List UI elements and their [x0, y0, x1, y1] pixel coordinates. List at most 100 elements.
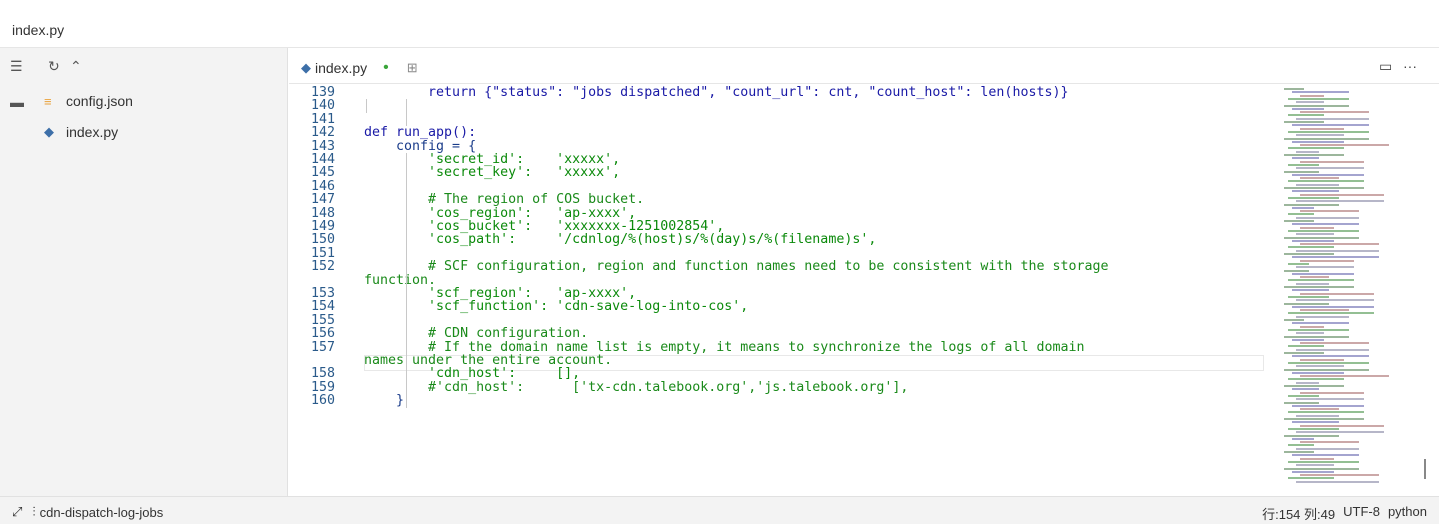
line-number: 156 [311, 326, 336, 342]
minimap-line [1284, 170, 1319, 173]
minimap-line [1288, 444, 1314, 447]
minimap-line [1284, 401, 1319, 404]
minimap-line [1292, 338, 1324, 341]
minimap-line [1300, 193, 1384, 196]
minimap-line [1300, 160, 1364, 163]
code-line[interactable]: def run_app(): [364, 126, 476, 139]
tab-index-py[interactable]: ◆ index.py • ⊞ [301, 54, 451, 82]
refresh-icon[interactable]: ↻ [48, 58, 60, 74]
minimap-line [1288, 97, 1349, 100]
file-item-config-json[interactable]: ≡ config.json [44, 87, 274, 115]
minimap-line [1288, 460, 1359, 463]
minimap-line [1292, 437, 1314, 440]
code-line[interactable]: 'cos_path': '/cdnlog/%(host)s/%(day)s/%(… [364, 233, 876, 246]
code-line[interactable]: 'secret_key': 'xxxxx', [364, 166, 620, 179]
minimap-line [1296, 447, 1359, 450]
minimap-line [1292, 470, 1334, 473]
code-line[interactable]: 'cdn_host': [], [364, 367, 580, 380]
minimap-line [1300, 408, 1339, 411]
language-mode[interactable]: python [1388, 504, 1427, 523]
minimap-line [1296, 480, 1379, 483]
more-actions-icon[interactable]: ··· [1403, 58, 1417, 74]
sidebar-toolbar: ☰ ↻ ⌃ [0, 48, 288, 84]
outline-list-icon[interactable]: ☰ [10, 58, 23, 74]
line-number: 147 [311, 192, 336, 208]
code-line[interactable]: 'cos_bucket': 'xxxxxxx-1251002854', [364, 220, 724, 233]
minimap-line [1300, 474, 1379, 477]
minimap-line [1296, 348, 1369, 351]
code-line[interactable]: 'cos_region': 'ap-xxxx', [364, 206, 636, 219]
code-line[interactable]: names under the entire account. [364, 354, 612, 367]
line-number: 157 [311, 339, 336, 355]
minimap-line [1284, 121, 1324, 123]
minimap-line [1292, 454, 1359, 457]
minimap-line [1284, 286, 1354, 288]
code-line[interactable]: #'cdn_host': ['tx-cdn.talebook.org','js.… [364, 381, 908, 394]
minimap-line [1292, 223, 1359, 226]
indent-guide [366, 99, 367, 113]
minimap-line [1292, 404, 1364, 407]
minimap-line [1292, 107, 1324, 110]
minimap-line [1288, 180, 1364, 183]
unsaved-dot-icon[interactable]: • [383, 59, 389, 77]
collapse-up-icon[interactable]: ⌃ [70, 58, 82, 74]
minimap-line [1292, 355, 1369, 358]
indent-guide [406, 153, 407, 408]
minimap-line [1288, 295, 1329, 298]
minimap-line [1284, 187, 1364, 189]
file-item-index-py[interactable]: ◆ index.py [44, 118, 274, 146]
title-bar: index.py [0, 0, 1439, 48]
minimap-line [1288, 411, 1364, 414]
json-file-icon: ≡ [44, 93, 52, 109]
minimap-line [1292, 239, 1334, 242]
code-area[interactable]: return {"status": "jobs dispatched", "co… [364, 84, 1274, 496]
minimap-line [1296, 414, 1339, 417]
cursor-position[interactable]: 行:154 列:49 [1262, 504, 1335, 523]
file-explorer-sidebar: ☰ ↻ ⌃ ▬ ≡ config.json ◆ index.py [0, 48, 288, 496]
minimap-line [1296, 431, 1384, 434]
minimap-line [1288, 213, 1314, 216]
minimap-line [1296, 183, 1339, 186]
code-line[interactable]: # If the domain name list is empty, it m… [364, 340, 1084, 353]
minimap-line [1288, 147, 1344, 150]
minimap-line [1296, 381, 1319, 384]
minimap-line [1284, 203, 1339, 206]
minimap-line [1296, 150, 1319, 153]
minimap-scroll-thumb[interactable] [1424, 459, 1426, 479]
minimap-line [1296, 216, 1359, 219]
minimap-line [1284, 302, 1329, 305]
minimap-line [1300, 94, 1324, 97]
folder-icon[interactable]: ▬ [10, 94, 24, 110]
minimap-line [1284, 137, 1369, 140]
project-name[interactable]: cdn-dispatch-log-jobs [40, 505, 164, 520]
code-line[interactable]: return {"status": "jobs dispatched", "co… [364, 86, 1068, 99]
encoding[interactable]: UTF-8 [1343, 504, 1380, 523]
expand-icon[interactable]: ⤢ [12, 504, 22, 520]
minimap[interactable] [1276, 84, 1426, 496]
split-editor-icon[interactable]: ⊞ [407, 60, 418, 76]
minimap-line [1284, 253, 1334, 255]
code-line[interactable]: # SCF configuration, region and function… [364, 260, 1108, 273]
minimap-line [1292, 371, 1344, 374]
code-line[interactable]: 'scf_function': 'cdn-save-log-into-cos', [364, 300, 748, 313]
maximize-icon[interactable]: ▭ [1379, 58, 1392, 75]
project-tree-icon: ⫶ [32, 504, 36, 519]
minimap-line [1292, 173, 1364, 176]
code-line[interactable]: 'scf_region': 'ap-xxxx', [364, 287, 636, 300]
code-line[interactable]: # CDN configuration. [364, 327, 588, 340]
code-line[interactable]: function. [364, 273, 436, 286]
minimap-line [1284, 220, 1314, 222]
minimap-line [1284, 385, 1344, 387]
tab-bar: ◆ index.py • ⊞ ▭ ··· [289, 48, 1439, 84]
minimap-line [1284, 335, 1349, 338]
code-line[interactable]: config = { [364, 139, 476, 152]
line-number: 139 [311, 85, 336, 100]
code-line[interactable]: 'secret_id': 'xxxxx', [364, 153, 620, 166]
minimap-line [1296, 134, 1344, 137]
line-number: 152 [311, 259, 336, 275]
code-line[interactable]: } [364, 394, 404, 407]
line-number: 144 [311, 152, 336, 167]
code-editor: ◆ index.py • ⊞ ▭ ··· 139 140 141 142 143 144 1… [289, 48, 1439, 496]
line-number: 155 [311, 312, 336, 328]
window-title: index.py [12, 22, 65, 38]
